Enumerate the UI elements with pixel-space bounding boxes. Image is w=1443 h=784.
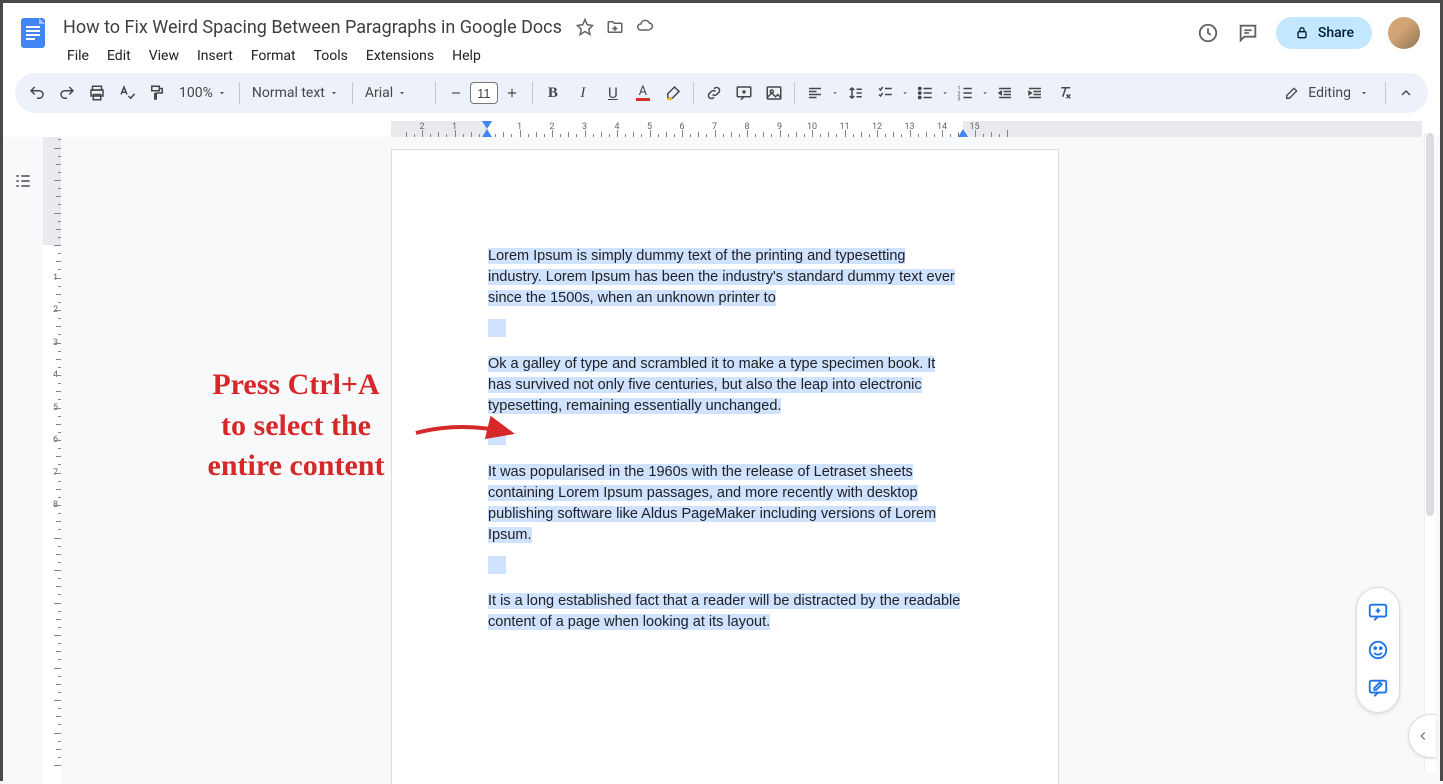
menu-edit[interactable]: Edit bbox=[99, 44, 139, 68]
chevron-down-icon bbox=[831, 89, 839, 97]
menu-extensions[interactable]: Extensions bbox=[358, 44, 442, 68]
clear-formatting-button[interactable] bbox=[1051, 79, 1079, 107]
chevron-down-icon bbox=[981, 89, 989, 97]
menu-tools[interactable]: Tools bbox=[306, 44, 356, 68]
star-icon[interactable] bbox=[576, 18, 594, 36]
redo-button[interactable] bbox=[53, 79, 81, 107]
vertical-ruler[interactable]: 12345678 bbox=[43, 137, 61, 784]
highlight-button[interactable] bbox=[659, 79, 687, 107]
paragraph[interactable] bbox=[488, 319, 962, 344]
menu-file[interactable]: File bbox=[59, 44, 97, 68]
chevron-down-icon bbox=[941, 89, 949, 97]
italic-button[interactable]: I bbox=[569, 79, 597, 107]
horizontal-ruler[interactable]: 21123456789101112131415 bbox=[3, 119, 1440, 137]
paint-format-button[interactable] bbox=[143, 79, 171, 107]
insert-comment-button[interactable] bbox=[730, 79, 758, 107]
paragraph[interactable]: It was popularised in the 1960s with the… bbox=[488, 462, 962, 546]
suggest-edits-button[interactable] bbox=[1360, 670, 1396, 706]
editing-mode-label: Editing bbox=[1308, 85, 1351, 101]
docs-app-icon[interactable] bbox=[15, 15, 51, 51]
checklist-button[interactable] bbox=[871, 79, 899, 107]
insert-link-button[interactable] bbox=[700, 79, 728, 107]
comments-icon[interactable] bbox=[1236, 21, 1260, 45]
share-label: Share bbox=[1318, 25, 1354, 41]
paragraph[interactable]: Ok a galley of type and scrambled it to … bbox=[488, 354, 962, 417]
cloud-status-icon[interactable] bbox=[636, 18, 654, 36]
numbered-list-button[interactable]: 123 bbox=[951, 79, 979, 107]
font-size-input[interactable] bbox=[470, 82, 498, 104]
menu-view[interactable]: View bbox=[141, 44, 187, 68]
paragraph[interactable]: Lorem Ipsum is simply dummy text of the … bbox=[488, 246, 962, 309]
add-comment-button[interactable] bbox=[1360, 594, 1396, 630]
font-value: Arial bbox=[365, 85, 393, 101]
emoji-reaction-button[interactable] bbox=[1360, 632, 1396, 668]
toolbar: 100% Normal text Arial B I U A bbox=[15, 73, 1428, 113]
menubar: File Edit View Insert Format Tools Exten… bbox=[59, 43, 1196, 69]
underline-button[interactable]: U bbox=[599, 79, 627, 107]
paragraph[interactable] bbox=[488, 556, 962, 581]
print-button[interactable] bbox=[83, 79, 111, 107]
account-avatar[interactable] bbox=[1388, 17, 1420, 49]
page[interactable]: Lorem Ipsum is simply dummy text of the … bbox=[391, 149, 1059, 784]
zoom-value: 100% bbox=[179, 85, 213, 101]
style-value: Normal text bbox=[252, 85, 325, 101]
increase-indent-button[interactable] bbox=[1021, 79, 1049, 107]
outline-toggle-button[interactable] bbox=[9, 167, 37, 195]
insert-image-button[interactable] bbox=[760, 79, 788, 107]
line-spacing-button[interactable] bbox=[841, 79, 869, 107]
zoom-select[interactable]: 100% bbox=[173, 79, 233, 107]
decrease-indent-button[interactable] bbox=[991, 79, 1019, 107]
align-button[interactable] bbox=[801, 79, 829, 107]
style-select[interactable]: Normal text bbox=[246, 79, 346, 107]
vertical-scrollbar[interactable] bbox=[1424, 133, 1436, 772]
svg-text:3: 3 bbox=[957, 97, 960, 103]
menu-insert[interactable]: Insert bbox=[189, 44, 241, 68]
header: How to Fix Weird Spacing Between Paragra… bbox=[3, 3, 1440, 67]
menu-help[interactable]: Help bbox=[444, 44, 489, 68]
bulleted-list-button[interactable] bbox=[911, 79, 939, 107]
bold-button[interactable]: B bbox=[539, 79, 567, 107]
floating-tools bbox=[1356, 587, 1400, 713]
spellcheck-button[interactable] bbox=[113, 79, 141, 107]
history-icon[interactable] bbox=[1196, 21, 1220, 45]
chevron-down-icon bbox=[901, 89, 909, 97]
paragraph[interactable] bbox=[488, 427, 962, 452]
font-select[interactable]: Arial bbox=[359, 79, 429, 107]
paragraph[interactable]: It is a long established fact that a rea… bbox=[488, 591, 962, 633]
share-button[interactable]: Share bbox=[1276, 17, 1372, 49]
collapse-toolbar-button[interactable] bbox=[1392, 79, 1420, 107]
document-title[interactable]: How to Fix Weird Spacing Between Paragra… bbox=[59, 15, 566, 40]
move-to-folder-icon[interactable] bbox=[606, 18, 624, 36]
editing-mode-button[interactable]: Editing bbox=[1274, 78, 1379, 108]
undo-button[interactable] bbox=[23, 79, 51, 107]
decrease-font-button[interactable] bbox=[442, 79, 470, 107]
increase-font-button[interactable] bbox=[498, 79, 526, 107]
menu-format[interactable]: Format bbox=[243, 44, 304, 68]
text-color-button[interactable]: A bbox=[629, 79, 657, 107]
